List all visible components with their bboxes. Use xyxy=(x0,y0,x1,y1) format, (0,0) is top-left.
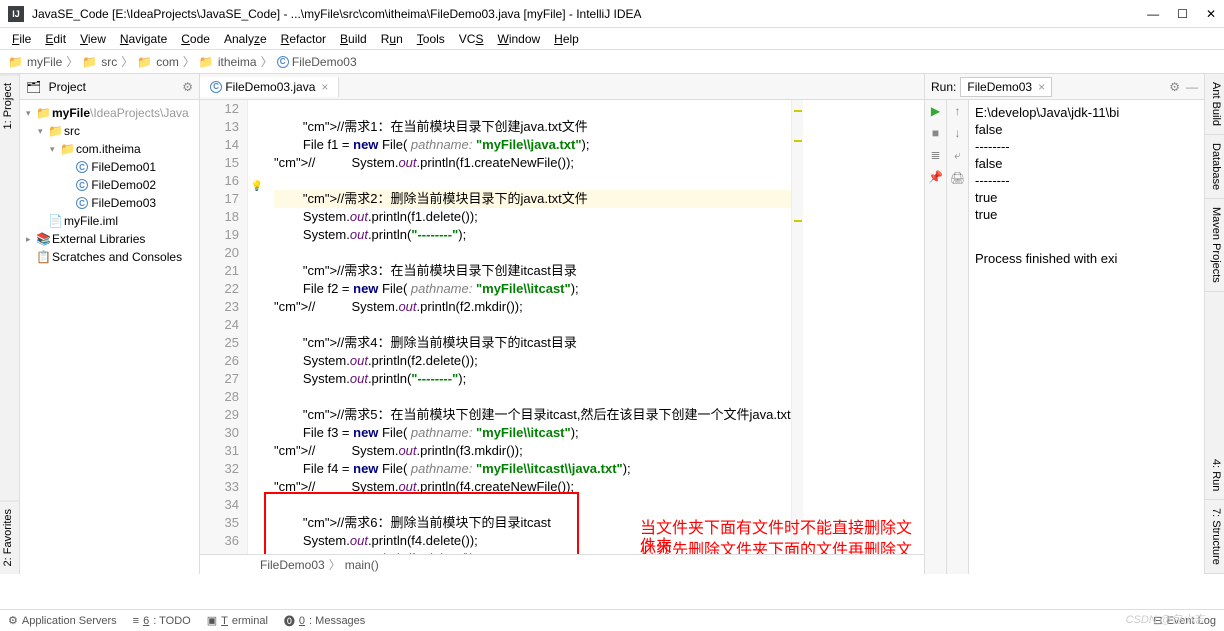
menu-run[interactable]: Run xyxy=(375,30,409,48)
rerun-icon[interactable]: ▶ xyxy=(931,104,940,118)
up-icon[interactable]: ↑ xyxy=(955,104,961,118)
tab-project[interactable]: 1: Project xyxy=(0,74,19,137)
menu-tools[interactable]: Tools xyxy=(411,30,451,48)
nav-file[interactable]: C FileDemo03 xyxy=(277,55,357,69)
run-header: Run: FileDemo03× ⚙ — xyxy=(925,74,1204,100)
print-icon[interactable]: 🖨 xyxy=(950,171,965,185)
tree-root[interactable]: ▾📁myFile\IdeaProjects\Java xyxy=(20,104,199,122)
pin-icon[interactable]: 📌 xyxy=(928,170,943,184)
menu-refactor[interactable]: Refactor xyxy=(275,30,332,48)
annotation-line2: 必须先删除文件夹下面的文件再删除文件夹 xyxy=(640,542,924,554)
project-panel-header: 🗂 Project ⚙ xyxy=(20,74,199,100)
nav-myfile[interactable]: 📁myFile xyxy=(8,55,62,69)
maximize-icon[interactable]: ☐ xyxy=(1177,7,1188,21)
hide-icon[interactable]: — xyxy=(1186,80,1198,94)
stop-icon[interactable]: ■ xyxy=(932,126,939,140)
project-panel-title: Project xyxy=(49,80,86,94)
editor-area: C FileDemo03.java × 12131415161718192021… xyxy=(200,74,924,574)
code-content[interactable]: "cm">//需求1：在当前模块目录下创建java.txt文件 File f1 … xyxy=(266,100,791,554)
tab-maven[interactable]: Maven Projects xyxy=(1205,199,1224,292)
gear-icon[interactable]: ⚙ xyxy=(182,80,193,94)
down-icon[interactable]: ↓ xyxy=(955,126,961,140)
menu-analyze[interactable]: Analyze xyxy=(218,30,273,48)
run-toolbar2: ↑ ↓ ⤶ 🖨 xyxy=(947,100,969,574)
left-tool-strip: 1: Project 2: Favorites xyxy=(0,74,20,574)
tree-scratch[interactable]: 📋Scratches and Consoles xyxy=(20,248,199,266)
project-tree: ▾📁myFile\IdeaProjects\Java ▾📁src ▾📁com.i… xyxy=(20,100,199,270)
menu-view[interactable]: View xyxy=(74,30,112,48)
minimize-icon[interactable]: — xyxy=(1147,7,1159,21)
minimap[interactable] xyxy=(791,100,803,554)
watermark: CSDN @包小志 xyxy=(1126,611,1204,627)
tab-favorites[interactable]: 2: Favorites xyxy=(0,500,19,574)
run-panel: Run: FileDemo03× ⚙ — ▶ ■ ≣ 📌 ↑ ↓ ⤶ 🖨 E:\… xyxy=(924,74,1204,574)
close-tab-icon[interactable]: × xyxy=(321,80,328,94)
menu-edit[interactable]: Edit xyxy=(39,30,72,48)
menu-help[interactable]: Help xyxy=(548,30,585,48)
run-output[interactable]: E:\develop\Java\jdk-11\bifalse--------fa… xyxy=(969,100,1204,574)
tree-iml[interactable]: 📄myFile.iml xyxy=(20,212,199,230)
window-title: JavaSE_Code [E:\IdeaProjects\JavaSE_Code… xyxy=(32,7,1147,21)
nav-itheima[interactable]: 📁itheima xyxy=(199,55,257,69)
editor-tab[interactable]: C FileDemo03.java × xyxy=(200,77,339,97)
run-tab[interactable]: FileDemo03× xyxy=(960,77,1052,97)
bottom-app-servers[interactable]: ⚙ Application Servers xyxy=(8,614,117,627)
menu-window[interactable]: Window xyxy=(491,30,546,48)
project-panel: 🗂 Project ⚙ ▾📁myFile\IdeaProjects\Java ▾… xyxy=(20,74,200,574)
close-run-tab-icon[interactable]: × xyxy=(1038,80,1045,94)
menu-bar: File Edit View Navigate Code Analyze Ref… xyxy=(0,28,1224,50)
editor-tab-label: FileDemo03.java xyxy=(225,80,315,94)
tree-file-3[interactable]: C FileDemo03 xyxy=(20,194,199,212)
line-gutter: 1213141516171819202122232425262728293031… xyxy=(200,100,248,554)
layout-icon[interactable]: ≣ xyxy=(930,148,940,162)
run-gear-icon[interactable]: ⚙ xyxy=(1169,80,1180,94)
bottom-todo[interactable]: ≡ 6: TODO xyxy=(133,615,191,627)
wrap-icon[interactable]: ⤶ xyxy=(954,148,961,163)
editor-crumbs: FileDemo03 〉 main() xyxy=(200,554,924,574)
bottom-bar: ⚙ Application Servers ≡ 6: TODO ▣ Termin… xyxy=(0,609,1224,631)
tree-pkg[interactable]: ▾📁com.itheima xyxy=(20,140,199,158)
menu-code[interactable]: Code xyxy=(175,30,216,48)
run-label: Run: xyxy=(931,80,956,94)
tab-database[interactable]: Database xyxy=(1205,135,1224,199)
bottom-terminal[interactable]: ▣ Terminal xyxy=(207,614,268,627)
nav-com[interactable]: 📁com xyxy=(137,55,179,69)
tab-structure[interactable]: 7: Structure xyxy=(1205,500,1224,574)
title-bar: IJ JavaSE_Code [E:\IdeaProjects\JavaSE_C… xyxy=(0,0,1224,28)
ide-icon: IJ xyxy=(8,6,24,22)
menu-build[interactable]: Build xyxy=(334,30,373,48)
menu-file[interactable]: File xyxy=(6,30,37,48)
crumb-method[interactable]: main() xyxy=(345,558,379,572)
bottom-messages[interactable]: ⓿ 0: Messages xyxy=(284,613,365,629)
tree-file-1[interactable]: C FileDemo01 xyxy=(20,158,199,176)
editor-tabs: C FileDemo03.java × xyxy=(200,74,924,100)
right-tool-strip: Ant Build Database Maven Projects 4: Run… xyxy=(1204,74,1224,574)
tree-src[interactable]: ▾📁src xyxy=(20,122,199,140)
menu-navigate[interactable]: Navigate xyxy=(114,30,173,48)
gutter-icons: 💡 xyxy=(248,100,266,554)
close-icon[interactable]: ✕ xyxy=(1206,7,1216,21)
run-toolbar: ▶ ■ ≣ 📌 xyxy=(925,100,947,574)
crumb-class[interactable]: FileDemo03 xyxy=(260,558,325,572)
menu-vcs[interactable]: VCS xyxy=(453,30,490,48)
code-editor[interactable]: 1213141516171819202122232425262728293031… xyxy=(200,100,924,554)
tree-file-2[interactable]: C FileDemo02 xyxy=(20,176,199,194)
nav-bar: 📁myFile 〉 📁src 〉 📁com 〉 📁itheima 〉 C Fil… xyxy=(0,50,1224,74)
tree-ext-lib[interactable]: ▸📚External Libraries xyxy=(20,230,199,248)
nav-src[interactable]: 📁src xyxy=(82,55,117,69)
tab-ant[interactable]: Ant Build xyxy=(1205,74,1224,135)
tab-run[interactable]: 4: Run xyxy=(1205,451,1224,500)
